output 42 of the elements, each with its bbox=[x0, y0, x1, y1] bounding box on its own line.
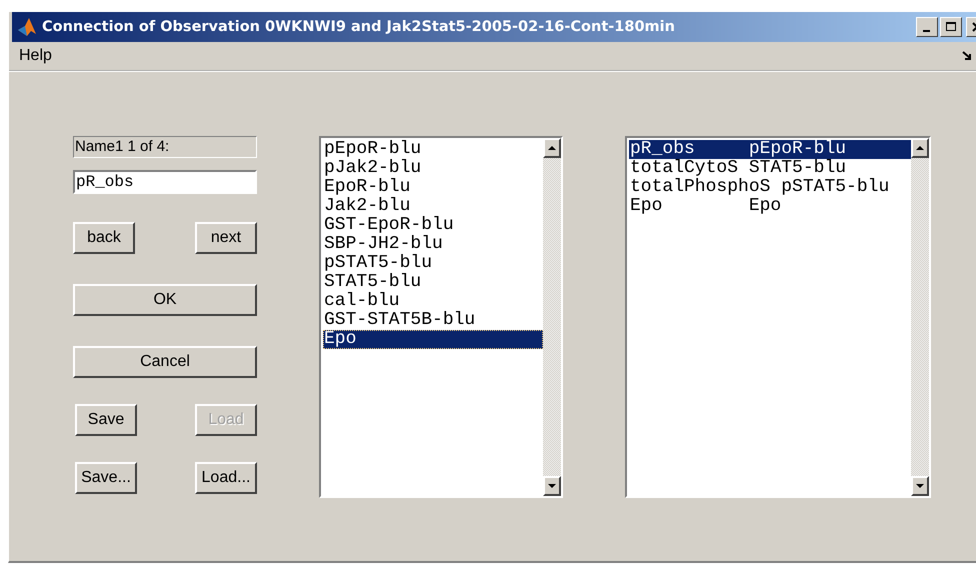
scroll-down-button[interactable] bbox=[911, 476, 929, 496]
list-item[interactable]: Epo bbox=[323, 330, 543, 349]
list-item[interactable]: totalCytoS STAT5-blu bbox=[629, 159, 911, 178]
list-item[interactable]: GST-STAT5B-blu bbox=[323, 311, 543, 330]
down-arrow-icon bbox=[915, 483, 925, 489]
list-item[interactable]: Epo Epo bbox=[629, 197, 911, 216]
minimize-button[interactable] bbox=[916, 17, 938, 37]
down-arrow-icon bbox=[547, 483, 557, 489]
maximize-button[interactable] bbox=[940, 17, 962, 37]
name-label: Name1 1 of 4: bbox=[73, 136, 257, 158]
list-item[interactable]: pEpoR-blu bbox=[323, 140, 543, 159]
up-arrow-icon bbox=[915, 145, 925, 151]
list-item[interactable]: GST-EpoR-blu bbox=[323, 216, 543, 235]
species-list[interactable]: pEpoR-blu pJak2-blu EpoR-blu Jak2-blu GST-EpoR-blu SBP-JH2-blu pSTAT5-blu STAT5-blu cal-blu GST-STAT5B-blu Epo bbox=[319, 136, 563, 498]
list-item[interactable]: cal-blu bbox=[323, 292, 543, 311]
list-item[interactable]: SBP-JH2-blu bbox=[323, 235, 543, 254]
name-field[interactable]: pR_obs bbox=[73, 170, 257, 194]
up-arrow-icon bbox=[547, 145, 557, 151]
button[interactable]: Save... bbox=[75, 462, 137, 494]
mapping-list[interactable]: pR_obs pEpoR-blu totalCytoS STAT5-blu totalPhosphoS pSTAT5-blu Epo Epo bbox=[625, 136, 931, 498]
app-logo-icon bbox=[16, 16, 38, 38]
list-item[interactable]: EpoR-blu bbox=[323, 178, 543, 197]
maximize-icon bbox=[946, 22, 956, 32]
button[interactable]: Cancel bbox=[73, 346, 257, 378]
minimize-icon bbox=[922, 30, 930, 32]
scroll-up-button[interactable] bbox=[543, 138, 561, 158]
list-item[interactable]: pR_obs pEpoR-blu bbox=[629, 140, 911, 159]
menu-item[interactable]: Help bbox=[19, 47, 52, 65]
button[interactable]: back bbox=[73, 222, 135, 254]
scroll-down-button[interactable] bbox=[543, 476, 561, 496]
button[interactable]: OK bbox=[73, 284, 257, 316]
window-title: Connection of Observation 0WKNWI9 and Jak2Stat5-2005-02-16-Cont-180min bbox=[42, 19, 675, 35]
dock-arrow-icon[interactable] bbox=[962, 51, 974, 61]
button[interactable]: Load... bbox=[195, 462, 257, 494]
button[interactable]: next bbox=[195, 222, 257, 254]
list-item[interactable]: STAT5-blu bbox=[323, 273, 543, 292]
list-item[interactable]: pJak2-blu bbox=[323, 159, 543, 178]
list-item[interactable]: Jak2-blu bbox=[323, 197, 543, 216]
list-item[interactable]: totalPhosphoS pSTAT5-blu bbox=[629, 178, 911, 197]
scroll-up-button[interactable] bbox=[911, 138, 929, 158]
button[interactable]: Save bbox=[75, 404, 137, 436]
list-item[interactable]: pSTAT5-blu bbox=[323, 254, 543, 273]
